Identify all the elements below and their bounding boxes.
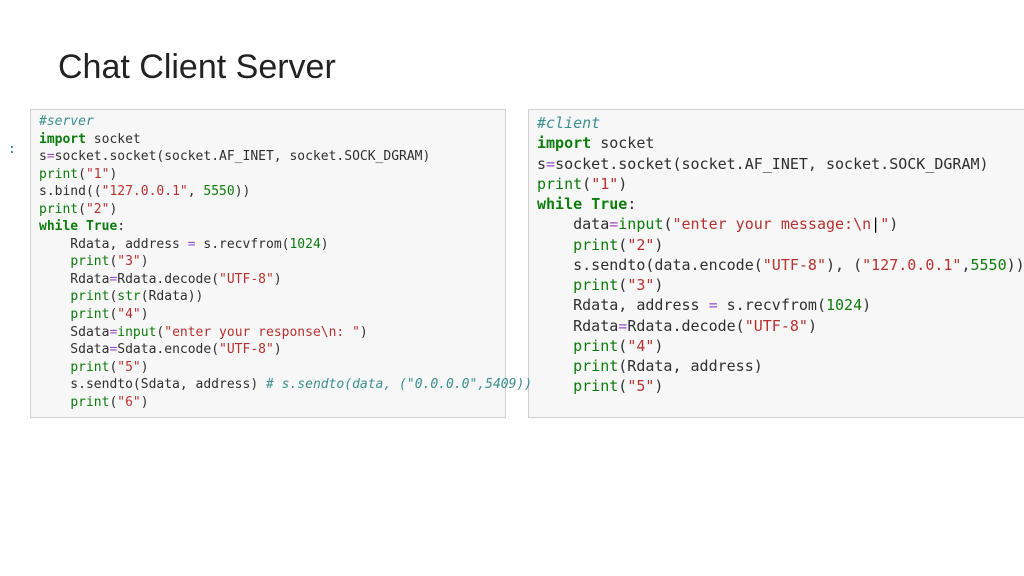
- code-line: #server: [39, 114, 94, 129]
- code-line: import: [39, 132, 86, 147]
- input-prompt-marker: :: [8, 142, 16, 157]
- code-panes: : #server import socket s=socket.socket(…: [0, 103, 1024, 418]
- server-code-block: #server import socket s=socket.socket(so…: [30, 109, 506, 418]
- client-code-block: #client import socket s=socket.socket(so…: [528, 109, 1024, 418]
- page-title: Chat Client Server: [0, 0, 1024, 103]
- code-line: #client: [537, 114, 600, 132]
